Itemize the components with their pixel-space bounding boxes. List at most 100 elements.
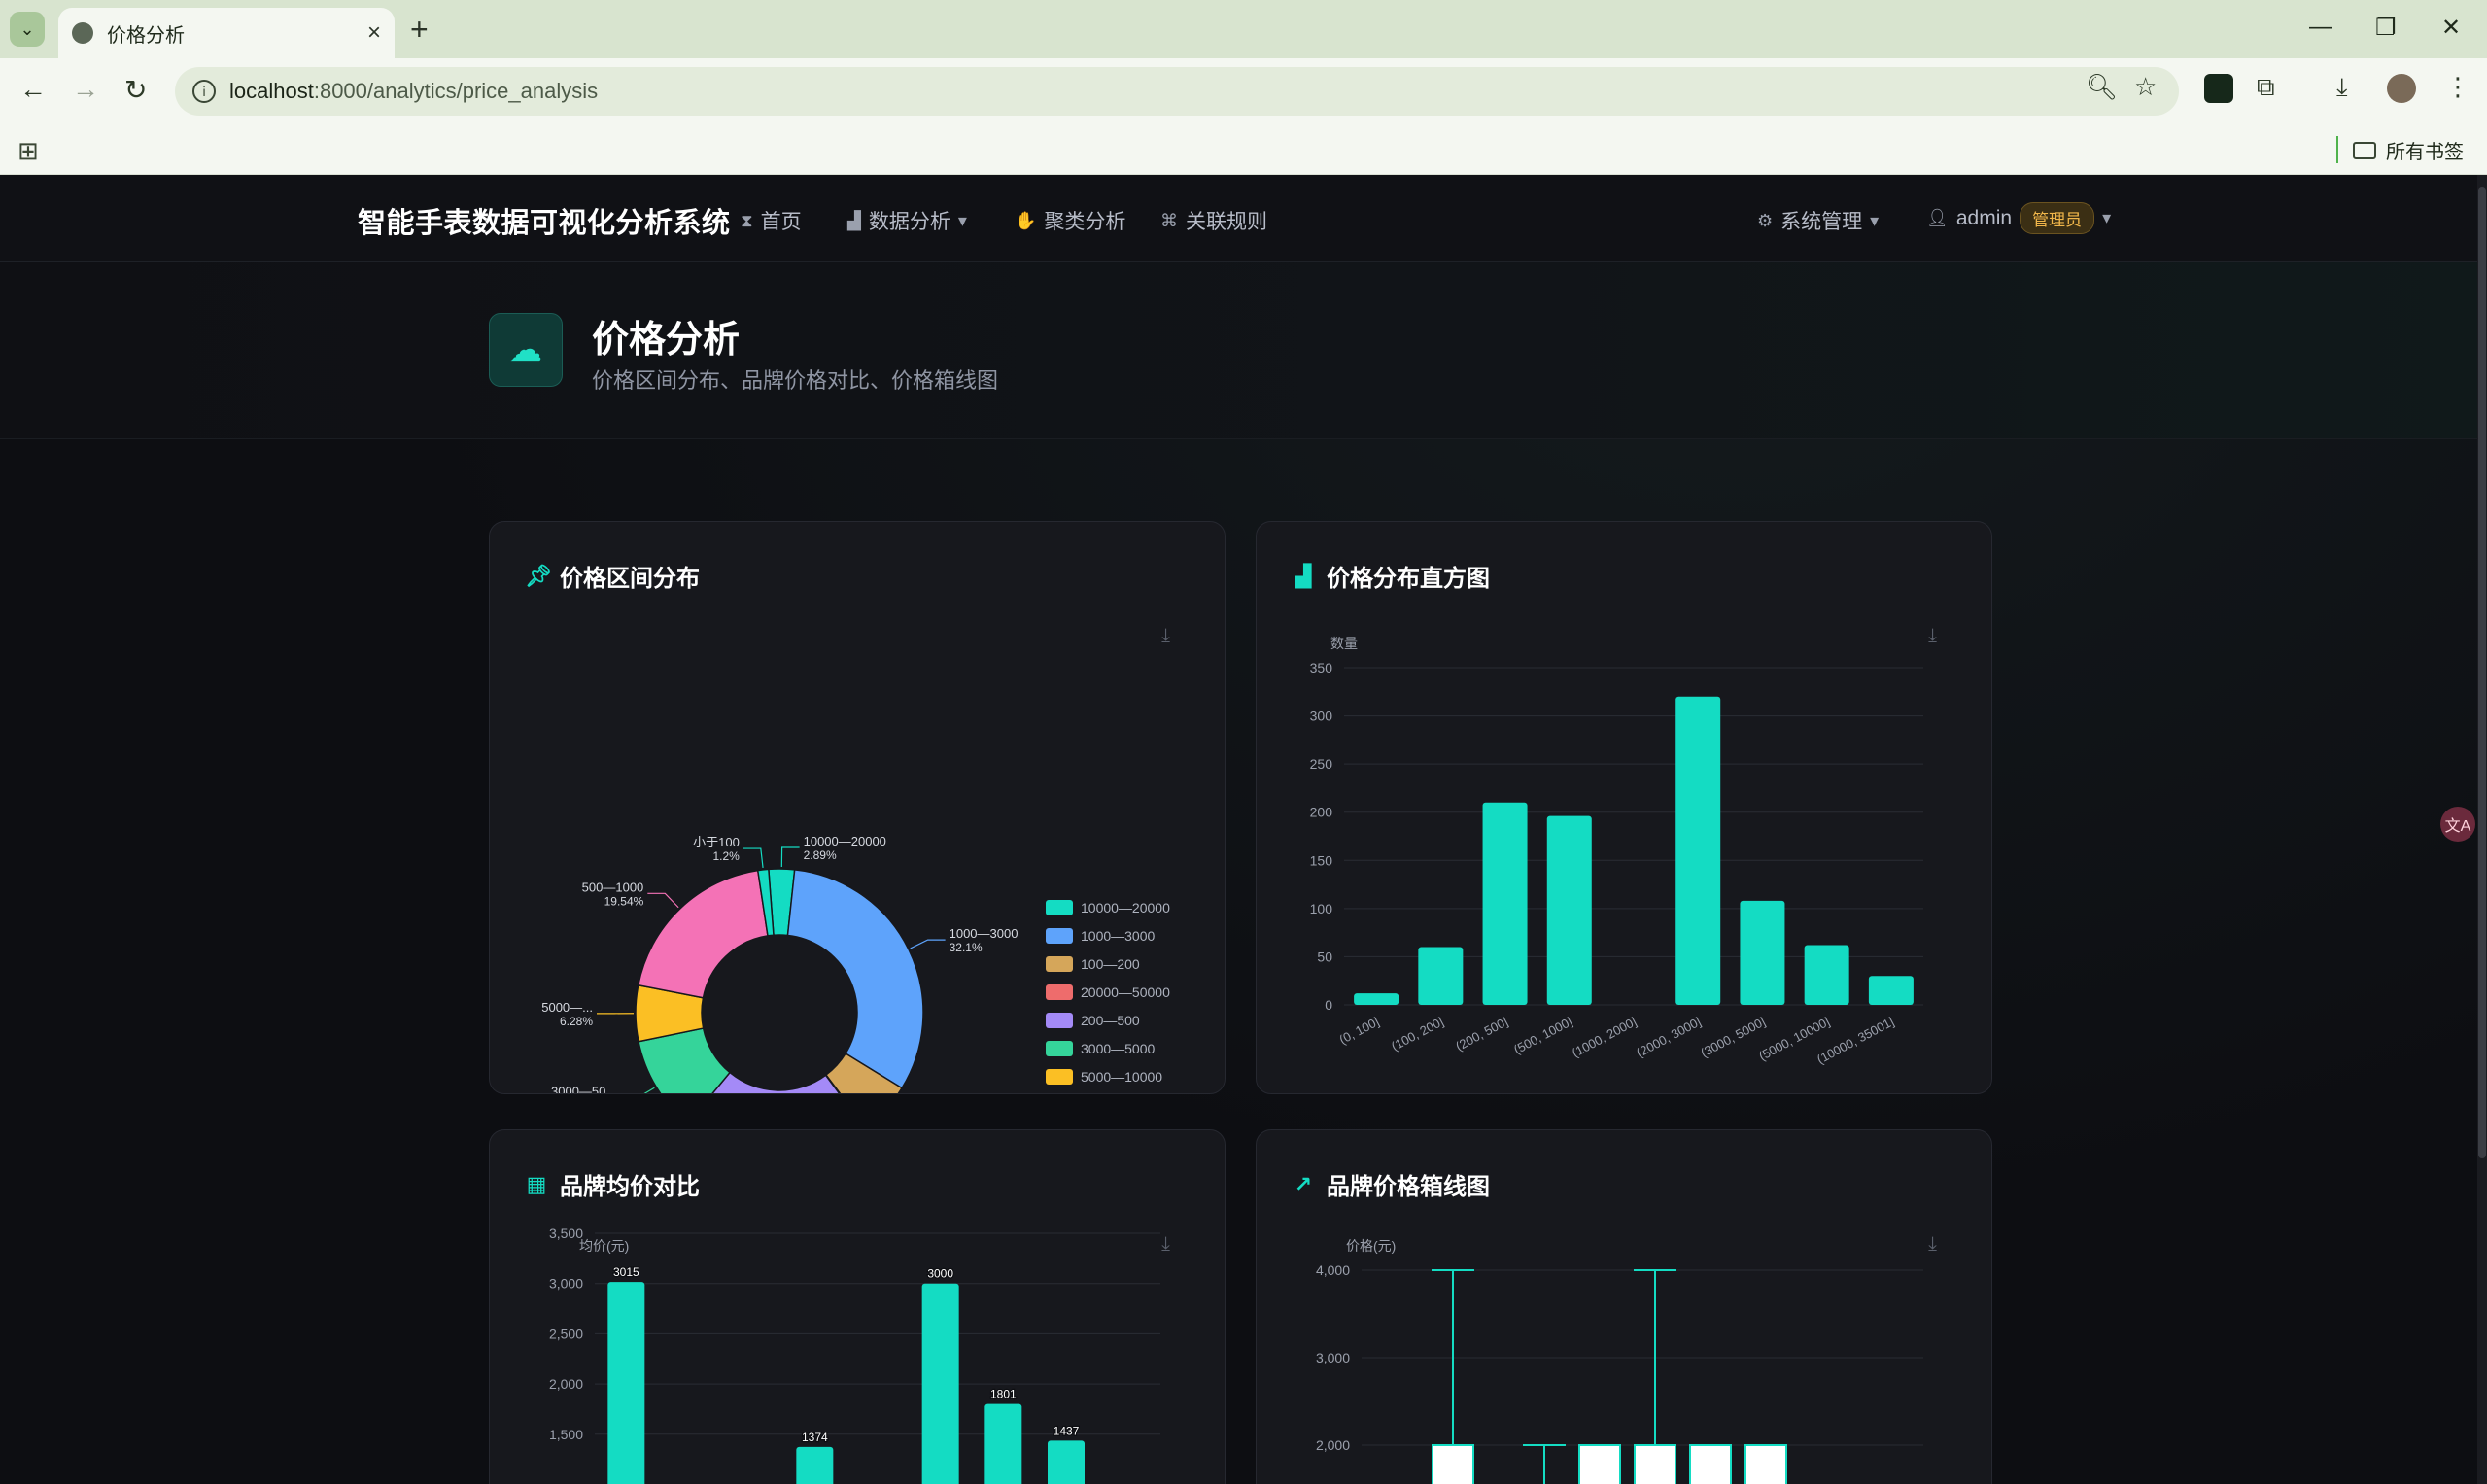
bar-value-label: 3000	[927, 1267, 953, 1281]
nav-association-rules[interactable]: ⌘ 关联规则	[1160, 206, 1267, 235]
url-field[interactable]: i localhost:8000/analytics/price_analysi…	[175, 67, 2179, 116]
price-histogram-card: ▟ 价格分布直方图 ⤓ 数量 0 50 100 150 200 250 300 350 (0, 10…	[1256, 521, 1992, 1094]
pie-slice	[637, 869, 769, 999]
legend-label: 200—500	[1081, 1013, 1140, 1028]
page-header: ☁ 价格分析 价格区间分布、品牌价格对比、价格箱线图	[0, 262, 2477, 439]
back-icon[interactable]: ←	[19, 74, 47, 105]
box-rect	[1689, 1444, 1732, 1484]
nav-cluster-analysis[interactable]: ✋ 聚类分析	[1015, 206, 1125, 235]
page-subtitle: 价格区间分布、品牌价格对比、价格箱线图	[592, 368, 999, 393]
caret-down-icon: ▾	[1870, 210, 1880, 230]
brand-title[interactable]: 智能手表数据可视化分析系统	[358, 200, 731, 241]
nav-home[interactable]: ⧗ 首页	[741, 206, 802, 235]
nav-system-management[interactable]: ⚙ 系统管理 ▾	[1757, 206, 1879, 235]
page-scrollbar[interactable]	[2477, 175, 2487, 1484]
nav-cluster-label: 聚类分析	[1044, 211, 1126, 233]
brand-average-card: ▦ 品牌均价对比 ⤓ 均价(元) 1,500 2,000 2,500 3,000 3,500…	[489, 1129, 1226, 1484]
nav-data-analysis[interactable]: ▟ 数据分析 ▾	[847, 206, 967, 235]
nav-data-analysis-label: 数据分析	[868, 211, 950, 233]
y-tick-label: 2,500	[549, 1326, 583, 1341]
y-tick-label: 250	[1310, 756, 1333, 772]
y-axis-label: 价格(元)	[1346, 1238, 1396, 1254]
forward-icon[interactable]: →	[72, 74, 99, 105]
box-rect	[1432, 1444, 1474, 1484]
brand-bar	[921, 1283, 959, 1484]
reload-icon[interactable]: ↻	[124, 74, 147, 106]
pie-percent-label: 1.2%	[712, 849, 740, 863]
y-tick-label: 100	[1310, 901, 1333, 916]
nav-user-menu[interactable]: 👤︎ admin 管理员 ▾	[1926, 202, 2111, 234]
apps-grid-icon[interactable]: ⊞	[17, 136, 39, 166]
download-icon[interactable]: ⤓	[2336, 72, 2348, 103]
pie-label: 500—1000	[582, 880, 644, 894]
globe-icon	[72, 22, 93, 44]
pie-leader-line	[647, 892, 679, 909]
bar-value-label: 3015	[613, 1265, 639, 1279]
box-rect	[1578, 1444, 1621, 1484]
site-info-icon[interactable]: i	[192, 80, 216, 103]
url-path: :8000/analytics/price_analysis	[313, 79, 599, 103]
browser-tab[interactable]: 价格分析 ×	[58, 8, 395, 58]
caret-down-icon: ▾	[2102, 208, 2112, 227]
role-badge: 管理员	[2020, 202, 2095, 234]
pie-label: 小于100	[693, 835, 740, 849]
bookmarks-bar: ⊞ 所有书签	[0, 124, 2487, 175]
bookmark-star-icon[interactable]: ☆	[2134, 72, 2157, 102]
y-axis-label: 均价(元)	[579, 1238, 629, 1254]
legend-swatch	[1046, 900, 1073, 915]
gamepad-icon: ⌘	[1160, 210, 1178, 230]
extensions-icon[interactable]: ⧉	[2257, 72, 2275, 103]
brand-boxplot-chart: 价格(元) 2,000 3,000 4,000	[1316, 1238, 1923, 1484]
y-axis-label: 数量	[1330, 636, 1358, 651]
pie-leader-line	[643, 1087, 655, 1093]
zoom-icon[interactable]: 🔍︎	[2086, 72, 2118, 102]
page-title: 价格分析	[592, 320, 741, 361]
y-tick-label: 2,000	[1316, 1437, 1350, 1453]
histogram-bar	[1354, 993, 1399, 1005]
minimize-icon[interactable]: —	[2309, 14, 2332, 41]
bar-value-label: 1437	[1054, 1424, 1080, 1437]
close-window-icon[interactable]: ✕	[2441, 14, 2461, 42]
x-tick-label: (1000, 2000]	[1570, 1014, 1640, 1060]
y-tick-label: 150	[1310, 852, 1333, 868]
y-tick-label: 200	[1310, 805, 1333, 820]
brand-bar	[796, 1446, 834, 1484]
tab-search-icon[interactable]: ⌄	[10, 12, 45, 47]
close-tab-icon[interactable]: ×	[367, 19, 381, 47]
brand-bar	[984, 1403, 1022, 1484]
pie-leader-line	[910, 939, 946, 949]
x-tick-label: (500, 1000]	[1511, 1014, 1574, 1056]
top-navbar: 智能手表数据可视化分析系统 ⧗ 首页 ▟ 数据分析 ▾ ✋ 聚类分析 ⌘ 关联规则 ⚙ 系统…	[0, 175, 2477, 262]
x-tick-label: (0, 100]	[1337, 1014, 1382, 1047]
histogram-bar	[1546, 815, 1592, 1005]
histogram-bar	[1804, 945, 1849, 1005]
gear-icon: ⚙	[1757, 210, 1774, 230]
avatar[interactable]	[2387, 74, 2416, 103]
y-tick-label: 350	[1310, 660, 1333, 675]
histogram-bar	[1418, 947, 1464, 1005]
address-bar: ← → ↻ i localhost:8000/analytics/price_a…	[0, 58, 2487, 124]
new-tab-icon[interactable]: +	[410, 12, 429, 48]
scrollbar-thumb[interactable]	[2478, 187, 2486, 1158]
all-bookmarks[interactable]: 所有书签	[2353, 136, 2464, 164]
thumbs-down-icon: ✋	[1015, 210, 1037, 230]
legend-swatch	[1046, 956, 1073, 972]
restore-icon[interactable]: ❐	[2375, 14, 2397, 42]
y-tick-label: 3,000	[549, 1276, 583, 1292]
legend-label: 1000—3000	[1081, 928, 1156, 944]
pie-leader-line	[780, 846, 800, 868]
pie-percent-label: 19.54%	[604, 894, 644, 908]
pie-leader-line	[743, 847, 764, 869]
bar-chart-icon: ▟	[847, 210, 861, 230]
legend-label: 5000—10000	[1081, 1069, 1162, 1085]
pie-slice	[786, 869, 924, 1089]
box-rect	[1744, 1444, 1787, 1484]
y-tick-label: 2,000	[549, 1376, 583, 1392]
page: 智能手表数据可视化分析系统 ⧗ 首页 ▟ 数据分析 ▾ ✋ 聚类分析 ⌘ 关联规则 ⚙ 系统…	[0, 175, 2487, 1484]
translate-float-icon[interactable]: 文A	[2440, 807, 2475, 842]
browser-tabbar: ⌄ 价格分析 × + — ❐ ✕	[0, 0, 2487, 58]
terminal-extension-icon[interactable]	[2204, 74, 2233, 103]
more-menu-icon[interactable]: ⋮	[2445, 72, 2470, 102]
legend-swatch	[1046, 928, 1073, 944]
histogram-bar	[1868, 976, 1914, 1005]
